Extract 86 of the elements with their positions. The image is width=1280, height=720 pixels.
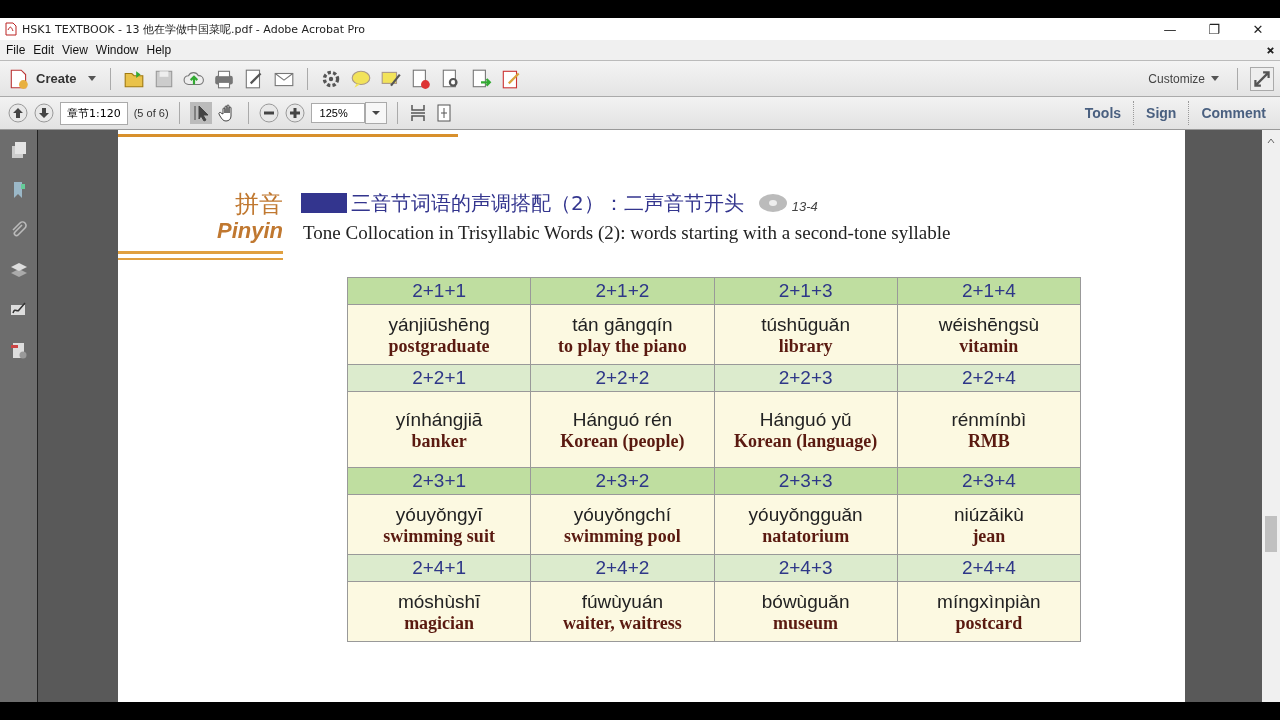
tone-pattern-cell: 2+1+3 (714, 278, 897, 304)
pinyin-text: míngxìnpiàn (937, 589, 1041, 613)
pinyin-text: Hánguó yǔ (759, 407, 852, 431)
tone-pattern-cell: 2+1+1 (348, 278, 531, 304)
section-title: 拼音 (235, 190, 283, 218)
meaning-text: museum (773, 612, 839, 634)
meaning-text: RMB (967, 430, 1010, 452)
pinyin-text: bówùguǎn (761, 589, 850, 613)
track-number: 13-4 (791, 198, 818, 214)
tone-pattern-cell: 2+3+1 (348, 468, 531, 494)
menu-item[interactable]: Edit (29, 43, 59, 57)
document-lock-icon[interactable] (8, 340, 29, 360)
caret-icon (1211, 76, 1219, 81)
meaning-text: library (778, 335, 833, 357)
close-icon[interactable] (1266, 45, 1275, 55)
pinyin-text: tán gāngqín (572, 312, 673, 336)
pinyin-text: yóuyǒngguǎn (748, 502, 863, 526)
meaning-text: Korean (people) (560, 430, 685, 452)
scroll-up-icon[interactable] (1266, 136, 1276, 146)
tone-pattern-cell: 2+2+4 (897, 365, 1080, 391)
audio-disc-icon (757, 193, 788, 213)
tone-pattern-cell: 2+3+3 (714, 468, 897, 494)
tone-pattern-cell: 2+2+3 (714, 365, 897, 391)
panel-tab[interactable]: Comment (1195, 105, 1272, 121)
tone-pattern-cell: 2+4+1 (348, 555, 531, 581)
pinyin-text: yóuyǒngchí (573, 502, 671, 526)
meaning-text: banker (411, 430, 467, 452)
create-button[interactable]: Create (6, 65, 99, 92)
page-field[interactable]: 章节1:120 (60, 101, 128, 125)
expand-icon[interactable] (1250, 66, 1274, 91)
section-subtitle: Pinyin (217, 218, 283, 244)
meaning-text: postgraduate (388, 335, 490, 357)
pinyin-text: yóuyǒngyī (395, 502, 483, 526)
menu-item[interactable]: Window (91, 43, 143, 57)
tone-pattern-cell: 2+2+2 (531, 365, 714, 391)
pinyin-text: yánjiūshēng (388, 312, 490, 336)
tone-pattern-cell: 2+3+4 (897, 468, 1080, 494)
arrow-down-icon[interactable] (34, 103, 54, 123)
tone-pattern-cell: 2+3+2 (531, 468, 714, 494)
create-document-icon (8, 67, 30, 90)
meaning-text: jean (972, 525, 1006, 547)
pinyin-text: túshūguǎn (761, 312, 850, 336)
pinyin-text: niúzǎikù (954, 502, 1024, 526)
meaning-text: natatorium (762, 525, 850, 547)
meaning-text: magician (404, 612, 475, 634)
tone-pattern-cell: 2+1+4 (897, 278, 1080, 304)
page-count: (5 of 6) (133, 107, 169, 119)
panel-tab[interactable]: Tools (1078, 105, 1128, 121)
menu-item[interactable]: File (2, 43, 30, 57)
tone-pattern-cell: 2+1+2 (531, 278, 714, 304)
meaning-text: Korean (language) (734, 430, 878, 452)
meaning-text: swimming suit (383, 525, 495, 547)
pdf-file-icon (4, 22, 18, 36)
zoom-out-icon[interactable] (258, 103, 279, 123)
window-title: HSK1 TEXTBOOK - 13 他在学做中国菜呢.pdf - Adobe Acrobat Pro (22, 21, 365, 37)
menu-item[interactable]: View (58, 43, 92, 57)
pinyin-text: Hánguó rén (572, 407, 672, 431)
meaning-text: postcard (955, 612, 1023, 634)
meaning-text: waiter, waitress (562, 612, 682, 634)
tone-pattern-cell: 2+4+3 (714, 555, 897, 581)
dropdown-caret-icon[interactable] (364, 102, 387, 124)
menu-item[interactable]: Help (142, 43, 176, 57)
tone-pattern-cell: 2+2+1 (348, 365, 531, 391)
meaning-text: vitamin (959, 335, 1019, 357)
select-cursor-icon[interactable] (189, 102, 212, 124)
pinyin-text: móshùshī (397, 589, 481, 613)
panel-tab[interactable]: Sign (1140, 105, 1183, 121)
caret-icon (88, 76, 97, 81)
chinese-heading: 三音节词语的声调搭配（2）：二声音节开头 (351, 190, 744, 216)
document-delete-icon[interactable] (410, 67, 433, 90)
pinyin-text: fúwùyuán (581, 589, 664, 613)
heading-marker (301, 193, 347, 213)
meaning-text: swimming pool (564, 525, 681, 547)
pinyin-text: yínhángjiā (395, 407, 483, 431)
zoom-in-icon[interactable] (284, 103, 305, 123)
tone-pattern-cell: 2+4+4 (897, 555, 1080, 581)
customize-button[interactable]: Customize (1142, 70, 1225, 87)
arrow-up-icon[interactable] (8, 103, 28, 123)
document-export-icon[interactable] (470, 67, 493, 90)
tone-pattern-cell: 2+4+2 (531, 555, 714, 581)
meaning-text: to play the piano (558, 335, 687, 357)
scrollbar-thumb[interactable] (1265, 516, 1277, 552)
zoom-field[interactable]: 125% (310, 103, 365, 123)
pinyin-text: rénmínbì (951, 407, 1027, 431)
pinyin-text: wéishēngsù (938, 312, 1040, 336)
english-heading: Tone Collocation in Trisyllabic Words (2): words starting with a second-tone syllable (303, 222, 951, 244)
